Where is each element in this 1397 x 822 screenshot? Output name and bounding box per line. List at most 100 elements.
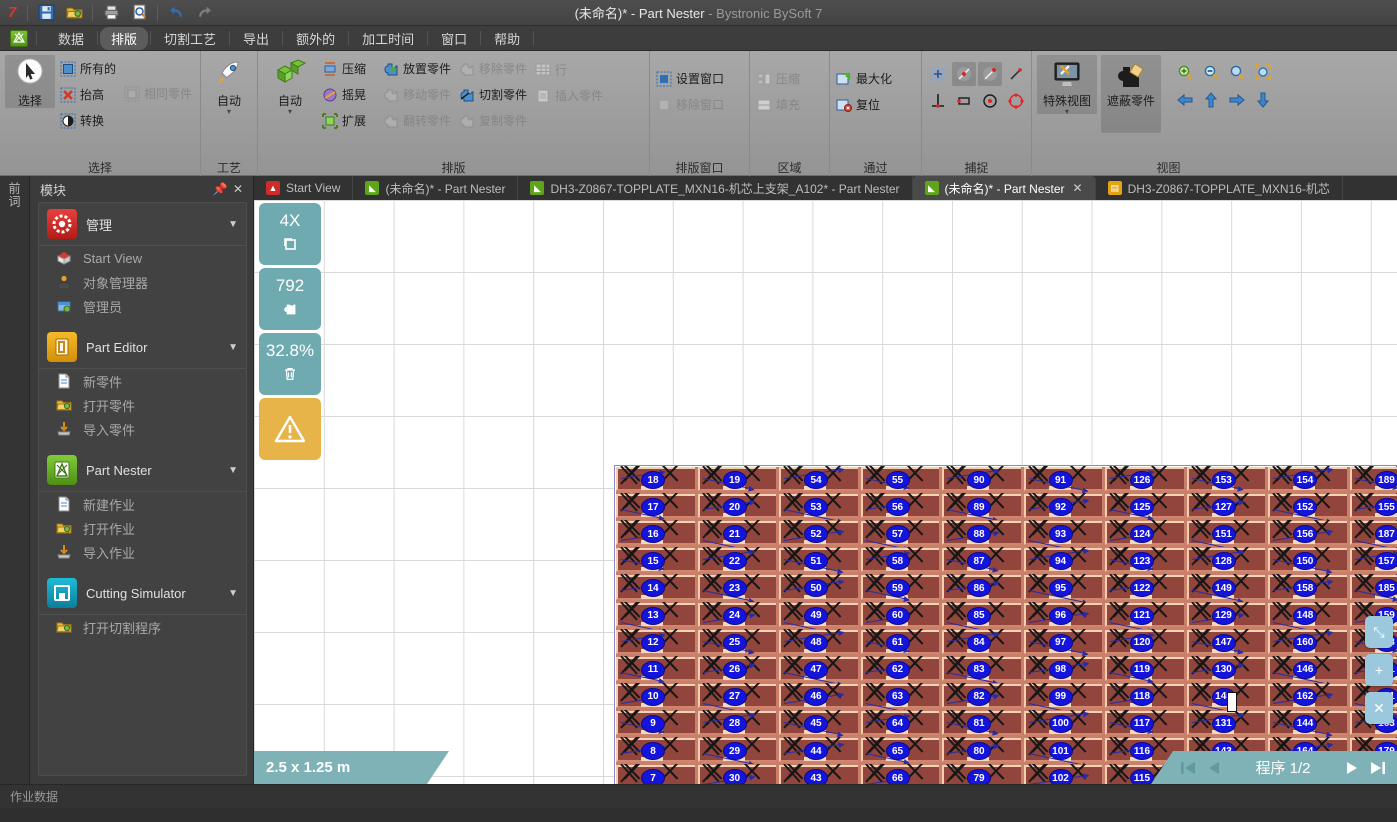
nested-part[interactable]: 47 — [778, 655, 860, 683]
nested-part[interactable]: 26 — [697, 655, 779, 683]
part-number-badge[interactable]: 47 — [804, 660, 828, 679]
mask-parts-button[interactable]: 遮蔽零件 — [1100, 54, 1162, 134]
nested-part[interactable]: 62 — [860, 655, 942, 683]
nested-part[interactable]: 10 — [615, 682, 697, 710]
nested-part[interactable]: 85 — [941, 601, 1023, 629]
pin-icon[interactable]: 📌 — [211, 180, 229, 198]
nested-part[interactable]: 13 — [615, 601, 697, 629]
part-number-badge[interactable]: 99 — [1048, 687, 1073, 706]
previous-program-icon[interactable] — [1205, 759, 1223, 777]
nested-part[interactable]: 44 — [778, 737, 860, 764]
doc-tab-untitled-1[interactable]: ◣ (未命名)* - Part Nester — [353, 176, 519, 200]
part-number-badge[interactable]: 56 — [885, 498, 910, 517]
part-number-badge[interactable]: 100 — [1048, 714, 1073, 733]
menu-item-4[interactable]: 额外的 — [285, 27, 346, 50]
part-number-badge[interactable]: 11 — [641, 660, 665, 679]
nested-part[interactable]: 144 — [1267, 709, 1349, 737]
doc-tab-start-view[interactable]: ▲ Start View — [254, 176, 354, 200]
nested-part[interactable]: 25 — [697, 628, 779, 656]
part-number-badge[interactable]: 55 — [885, 471, 910, 489]
select-tool-button[interactable]: 选择 — [4, 54, 56, 109]
nested-part[interactable]: 92 — [1023, 493, 1105, 520]
nested-part[interactable]: 100 — [1023, 709, 1105, 737]
module-item-start-view[interactable]: Start View — [39, 246, 246, 270]
part-number-badge[interactable]: 19 — [722, 471, 747, 489]
nesting-canvas[interactable]: 4X 792 32.8% 18 19 54 55 90 91 126 153 1… — [254, 200, 1397, 784]
shake-button[interactable]: 摇晃 — [320, 82, 370, 107]
redo-button[interactable] — [191, 2, 217, 24]
delete-button[interactable]: ✕ — [1365, 692, 1393, 724]
first-program-icon[interactable] — [1179, 759, 1197, 777]
nested-part[interactable]: 119 — [1104, 655, 1186, 683]
part-number-badge[interactable]: 64 — [885, 714, 910, 733]
part-number-badge[interactable]: 44 — [804, 742, 828, 761]
part-number-badge[interactable]: 43 — [804, 769, 828, 784]
last-program-icon[interactable] — [1369, 759, 1387, 777]
nested-part[interactable]: 89 — [941, 493, 1023, 521]
zoom-window-button[interactable] — [1225, 60, 1249, 84]
nested-part[interactable]: 59 — [860, 574, 942, 601]
part-number-badge[interactable]: 155 — [1374, 498, 1397, 517]
nested-part[interactable]: 131 — [1186, 709, 1268, 737]
module-group-admin[interactable]: 管理 ▼ — [39, 203, 246, 246]
chevron-down-icon[interactable]: ▾ — [1065, 108, 1069, 116]
nested-part[interactable]: 15 — [615, 547, 697, 574]
nested-part[interactable]: 150 — [1267, 547, 1349, 574]
nested-part[interactable]: 146 — [1267, 655, 1349, 683]
part-number-badge[interactable]: 101 — [1048, 742, 1073, 761]
part-number-badge[interactable]: 27 — [722, 687, 747, 706]
part-number-badge[interactable]: 28 — [722, 714, 747, 733]
snap-rect-button[interactable] — [952, 89, 976, 113]
chevron-down-icon[interactable]: ▾ — [227, 108, 231, 116]
remove-part-button[interactable]: 移除零件 — [457, 56, 531, 81]
close-icon[interactable]: ✕ — [1073, 181, 1083, 195]
part-number-badge[interactable]: 118 — [1130, 687, 1154, 706]
part-count-badge[interactable]: 792 — [259, 268, 321, 330]
print-preview-button[interactable] — [126, 2, 152, 24]
module-item-open-job[interactable]: 打开作业 — [39, 516, 246, 540]
part-number-badge[interactable]: 20 — [722, 498, 747, 517]
snap-line-button[interactable] — [1004, 62, 1028, 86]
printer-button[interactable] — [98, 2, 124, 24]
next-program-icon[interactable] — [1343, 759, 1361, 777]
close-icon[interactable]: ✕ — [229, 180, 247, 198]
part-number-badge[interactable]: 93 — [1048, 525, 1073, 544]
nested-part[interactable]: 98 — [1023, 655, 1105, 683]
nested-part[interactable]: 49 — [778, 601, 860, 629]
nested-part[interactable]: 43 — [778, 764, 860, 784]
nested-part[interactable]: 124 — [1104, 520, 1186, 547]
nested-part[interactable]: 21 — [697, 520, 779, 548]
nested-part[interactable]: 94 — [1023, 547, 1105, 574]
collapse-button[interactable]: ⤡ — [1365, 616, 1393, 648]
part-number-badge[interactable]: 148 — [1293, 606, 1317, 625]
part-number-badge[interactable]: 144 — [1293, 714, 1317, 733]
module-group-part-editor[interactable]: Part Editor ▼ — [39, 326, 246, 369]
part-number-badge[interactable]: 152 — [1293, 498, 1317, 517]
nested-part[interactable]: 101 — [1023, 737, 1105, 765]
part-number-badge[interactable]: 66 — [885, 769, 910, 784]
nested-part[interactable]: 148 — [1267, 601, 1349, 629]
part-number-badge[interactable]: 147 — [1211, 633, 1236, 652]
chevron-down-icon[interactable]: ▼ — [228, 219, 238, 230]
same-parts-button[interactable]: 相同零件 — [122, 81, 196, 106]
menu-item-0[interactable]: 数据 — [47, 27, 95, 50]
part-number-badge[interactable]: 160 — [1293, 633, 1317, 652]
pan-up-button[interactable] — [1199, 88, 1223, 112]
part-number-badge[interactable]: 9 — [641, 714, 665, 733]
nested-part[interactable]: 58 — [860, 547, 942, 574]
part-number-badge[interactable]: 125 — [1130, 498, 1154, 517]
nested-part[interactable]: 56 — [860, 493, 942, 520]
nested-part[interactable]: 149 — [1186, 574, 1268, 602]
snap-endpoint-button[interactable] — [977, 62, 1002, 86]
menu-item-2[interactable]: 切割工艺 — [153, 27, 227, 50]
area-compress-button[interactable]: 压缩 — [754, 66, 804, 91]
part-number-badge[interactable]: 54 — [804, 471, 828, 489]
nested-part[interactable]: 160 — [1267, 628, 1349, 656]
nested-part[interactable]: 162 — [1267, 682, 1349, 710]
part-number-badge[interactable]: 121 — [1130, 606, 1154, 625]
nested-part[interactable]: 79 — [941, 764, 1023, 784]
part-number-badge[interactable]: 30 — [722, 769, 747, 784]
nested-part[interactable]: 54 — [778, 466, 860, 493]
add-button[interactable]: + — [1365, 654, 1393, 686]
nested-part[interactable]: 130 — [1186, 655, 1268, 683]
